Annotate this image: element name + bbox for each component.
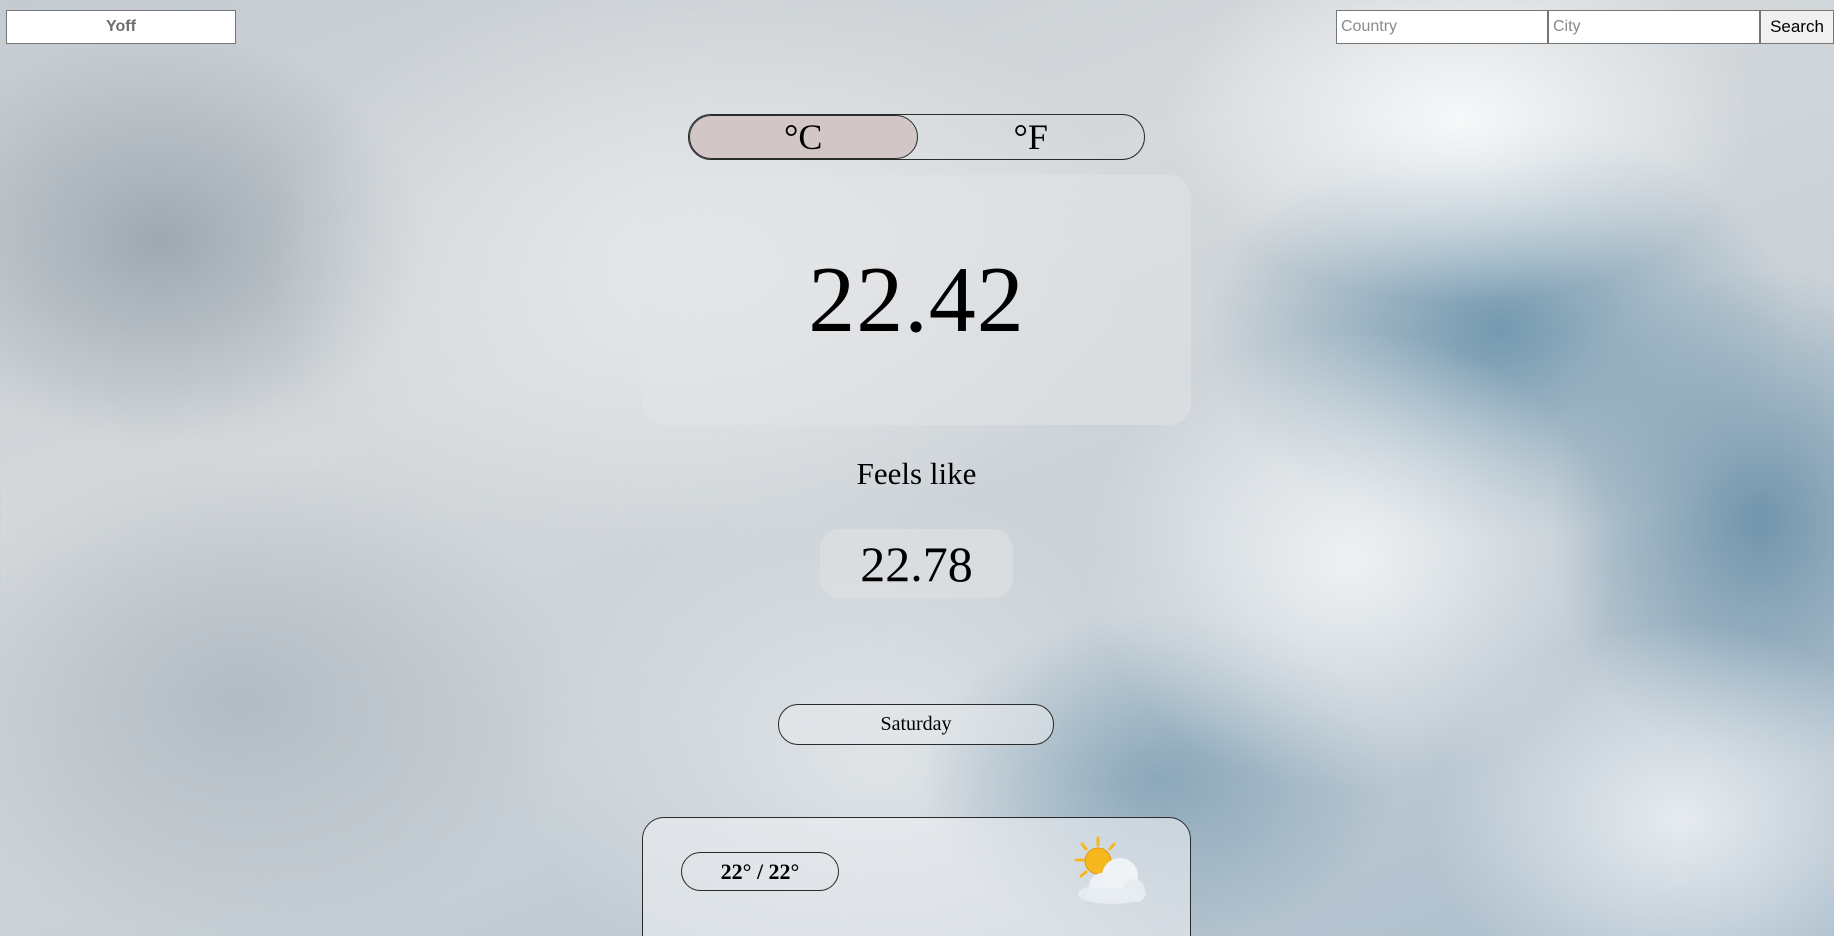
feels-like-value: 22.78 xyxy=(860,535,973,592)
forecast-day: Saturday xyxy=(778,704,1054,745)
temperature-card: 22.42 xyxy=(642,175,1191,425)
current-temperature: 22.42 xyxy=(808,248,1025,352)
search-form: Search xyxy=(1336,10,1834,44)
min-max-temperature: 22° / 22° xyxy=(681,852,839,891)
search-button[interactable]: Search xyxy=(1760,10,1834,44)
fahrenheit-toggle[interactable]: °F xyxy=(918,115,1145,159)
celsius-toggle[interactable]: °C xyxy=(689,115,918,159)
feels-like-card: 22.78 xyxy=(820,529,1013,598)
location-label: Yoff xyxy=(6,10,236,44)
feels-like-label: Feels like xyxy=(856,456,977,491)
sun-behind-cloud-icon xyxy=(1074,836,1146,904)
unit-toggle: °C °F xyxy=(688,114,1145,160)
country-input[interactable] xyxy=(1336,10,1548,44)
city-input[interactable] xyxy=(1548,10,1760,44)
forecast-card: 22° / 22° xyxy=(642,817,1191,936)
